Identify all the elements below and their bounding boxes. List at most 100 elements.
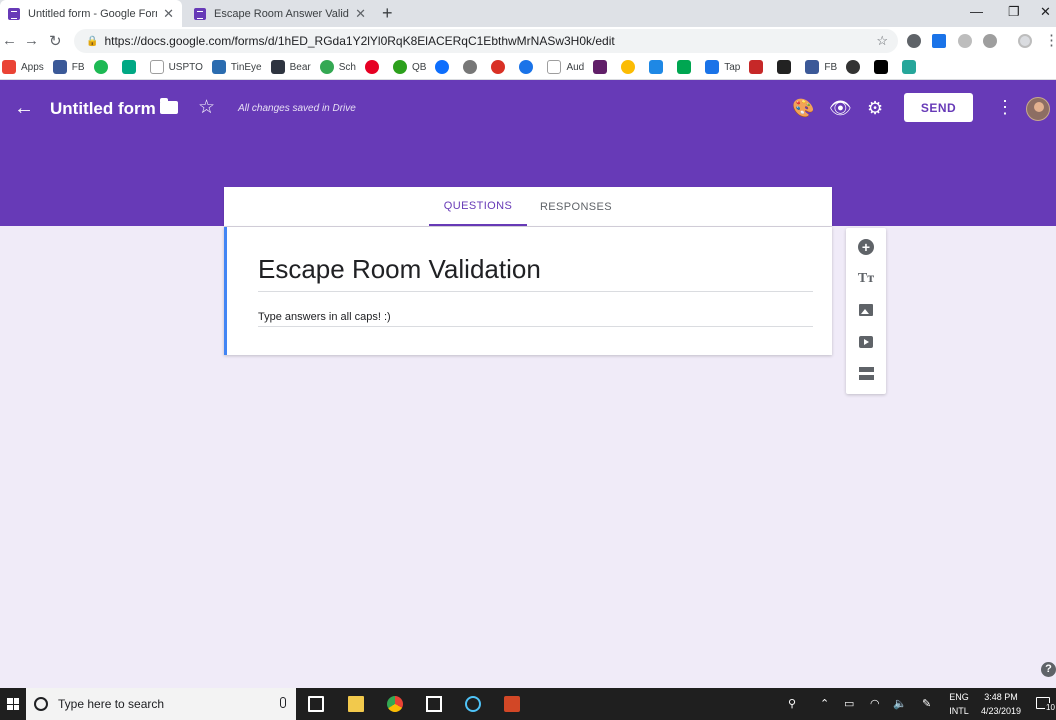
add-section-button[interactable] [857,364,875,382]
bookmark-item[interactable] [677,60,696,74]
photos-icon[interactable] [426,696,442,712]
media-icon[interactable] [465,696,481,712]
bookmark-item[interactable]: Bear [270,60,311,74]
extension-icon[interactable] [958,34,972,48]
add-circle-icon: + [858,239,874,255]
clock-time: 3:48 PM [984,692,1018,702]
battery-icon[interactable]: ▭ [844,697,854,710]
add-image-button[interactable] [857,301,875,319]
bookmark-item[interactable] [649,60,668,74]
close-window-icon[interactable]: ✕ [1040,4,1051,20]
address-bar[interactable]: 🔒 https://docs.google.com/forms/d/1hED_R… [74,29,898,53]
tab-title: Escape Room Answer Validation [214,7,349,20]
bookmark-item[interactable] [874,60,893,74]
form-description-input[interactable]: Type answers in all caps! :) [258,311,391,323]
palette-icon[interactable]: 🎨 [792,98,814,119]
star-icon[interactable]: ☆ [198,96,215,119]
add-title-button[interactable]: Tт [857,270,875,288]
chrome-menu-icon[interactable]: ⋮ [1044,31,1056,49]
wifi-icon[interactable]: ◠ [870,697,880,710]
help-icon[interactable]: ? [1041,662,1056,677]
tab-responses[interactable]: RESPONSES [538,187,614,226]
bookmark-item[interactable] [621,60,640,74]
bookmark-item[interactable]: Aud [547,60,584,74]
bookmark-item[interactable]: USPTO [149,60,203,74]
clock[interactable]: 3:48 PM 4/23/2019 [976,692,1026,716]
pen-icon[interactable]: ✎ [922,697,931,710]
pinterest-icon [364,60,379,74]
folder-icon[interactable] [160,98,178,114]
bookmark-icon [270,60,285,74]
new-tab-button[interactable]: + [382,3,393,24]
bookmark-icon [874,60,889,74]
bookmark-item[interactable] [777,60,796,74]
save-status: All changes saved in Drive [238,103,356,114]
language-indicator[interactable]: ENG INTL [946,692,972,716]
browser-tab-escape-room[interactable]: Escape Room Answer Validation ✕ [186,0,374,27]
add-video-button[interactable] [857,333,875,351]
restore-window-icon[interactable]: ❐ [1008,4,1020,20]
bookmark-icon [649,60,664,74]
browser-tab-strip: Untitled form - Google Forms ✕ Escape Ro… [0,0,1056,27]
reload-icon[interactable]: ↻ [49,32,62,50]
extension-icon[interactable] [983,34,997,48]
bookmark-item[interactable]: TinEye [211,60,262,74]
bookmark-item[interactable]: FB [52,60,85,74]
bookmark-item[interactable] [846,60,865,74]
bookmark-icon [805,60,820,74]
bookmark-item[interactable] [593,60,612,74]
chrome-icon[interactable] [387,696,403,712]
bookmark-item[interactable] [519,60,538,74]
extension-icon[interactable] [932,34,946,48]
apps-grid-icon [2,60,16,74]
bookmark-item[interactable] [491,60,510,74]
close-tab-icon[interactable]: ✕ [163,6,174,22]
preview-eye-icon[interactable]: 👁 [829,98,852,119]
bookmark-item[interactable]: QB [392,60,426,74]
bookmark-item[interactable] [902,60,921,74]
bookmark-icon [491,60,506,74]
bookmark-item[interactable]: Tap [705,60,740,74]
add-question-button[interactable]: + [857,238,875,256]
microphone-icon[interactable] [280,697,286,708]
google-forms-favicon-icon [8,7,20,20]
bookmark-item[interactable]: Sch [319,60,356,74]
bookmark-item[interactable]: FB [805,60,837,74]
form-title[interactable]: Untitled form [50,99,156,119]
more-options-icon[interactable]: ⋮ [996,97,1014,118]
forward-icon[interactable]: → [24,32,39,49]
close-tab-icon[interactable]: ✕ [355,6,366,22]
powerpoint-icon[interactable] [504,696,520,712]
bookmark-item[interactable] [435,60,454,74]
volume-icon[interactable]: 🔈 [893,697,907,710]
file-explorer-icon[interactable] [348,696,364,712]
profile-icon[interactable] [1018,34,1032,48]
form-title-input[interactable]: Escape Room Validation [258,254,541,285]
taskbar-search-box[interactable]: Type here to search [26,688,296,720]
start-button[interactable] [0,688,26,720]
settings-gear-icon[interactable]: ⚙ [867,98,883,119]
bookmark-icon [902,60,917,74]
back-arrow-icon[interactable]: ← [14,97,34,120]
bookmark-item[interactable]: Apps [2,60,44,74]
bookmark-star-icon[interactable]: ☆ [876,33,888,49]
bookmark-item[interactable] [749,60,768,74]
clock-date: 4/23/2019 [980,706,1022,716]
avatar[interactable] [1026,97,1050,121]
minimize-window-icon[interactable]: — [970,4,983,19]
pinterest-extension-icon[interactable] [907,34,921,48]
form-header-card: Escape Room Validation Type answers in a… [224,227,832,355]
chevron-up-icon[interactable]: ⌃ [820,697,829,710]
back-icon[interactable]: ← [2,32,17,49]
page-icon [149,60,164,74]
bookmark-item[interactable] [93,60,113,74]
tab-questions[interactable]: QUESTIONS [429,187,527,226]
bookmark-item[interactable] [463,60,482,74]
browser-toolbar: ← → ↻ 🔒 https://docs.google.com/forms/d/… [0,27,1056,55]
browser-tab-forms[interactable]: Untitled form - Google Forms ✕ [0,0,182,27]
task-view-icon[interactable] [308,696,324,712]
send-button[interactable]: SEND [904,93,973,122]
bookmark-item[interactable] [364,60,384,74]
people-icon[interactable]: ⚲ [788,697,796,710]
bookmark-item[interactable] [121,60,141,74]
